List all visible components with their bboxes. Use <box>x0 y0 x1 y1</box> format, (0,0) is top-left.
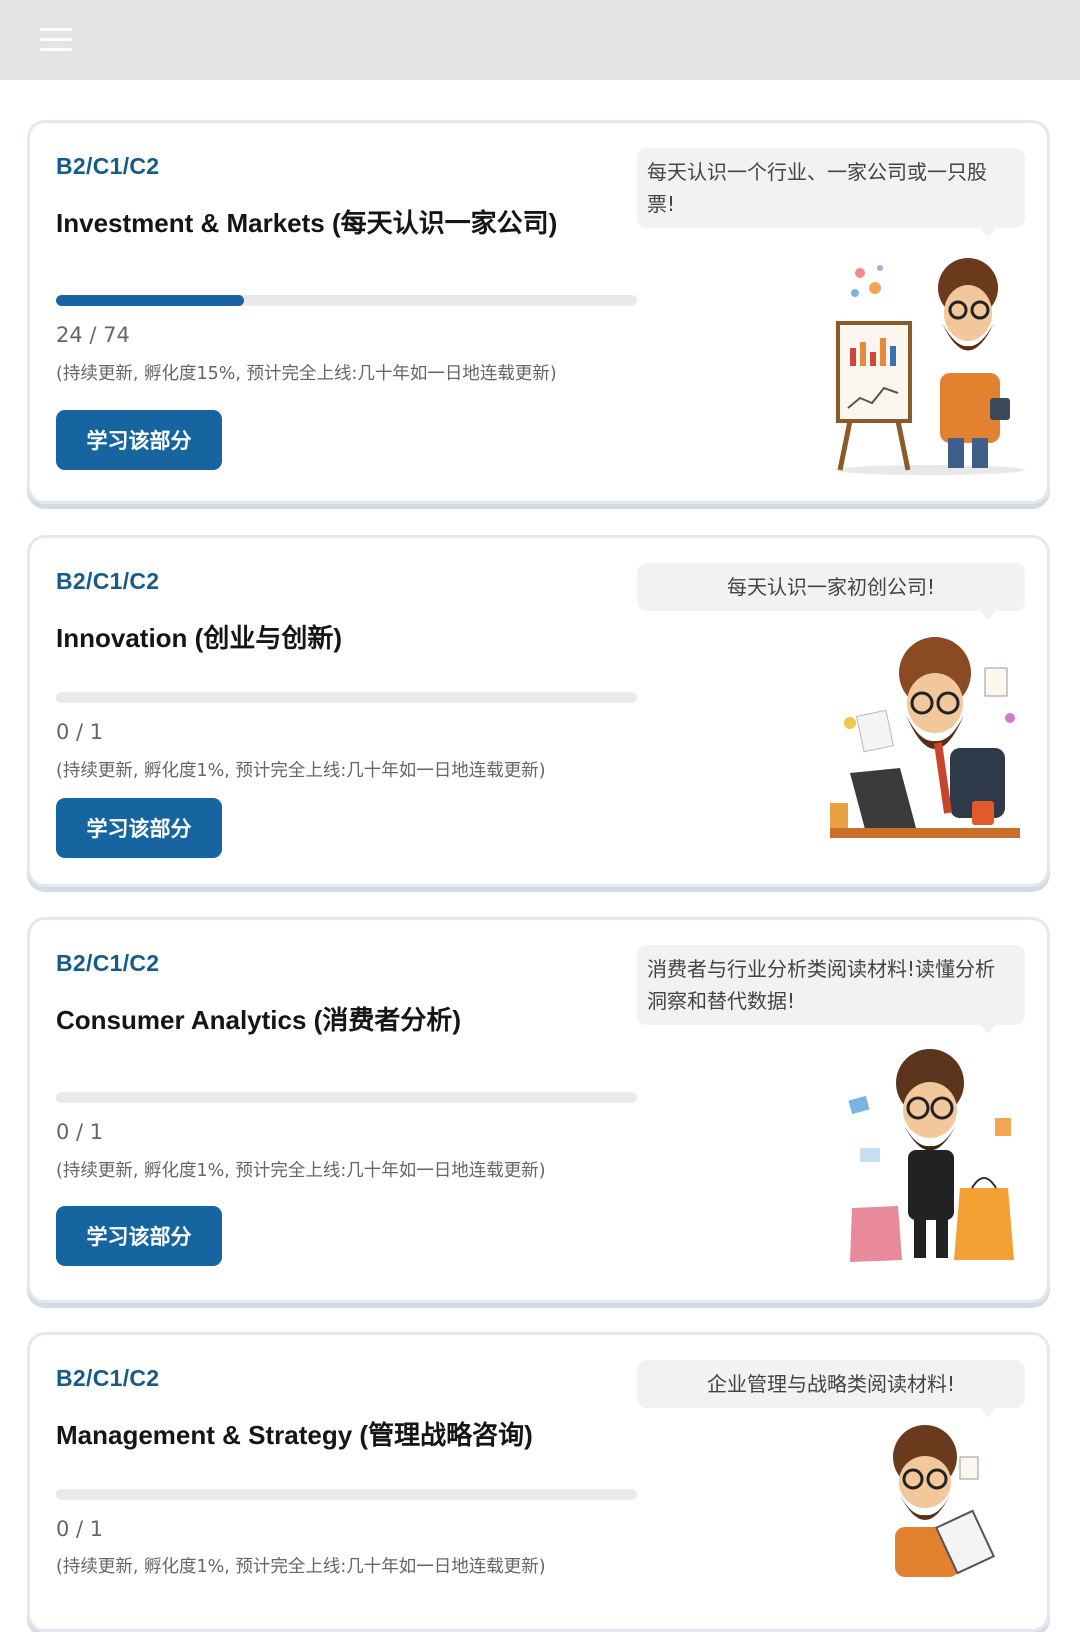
level-label: B2/C1/C2 <box>56 1365 160 1391</box>
speech-bubble: 消费者与行业分析类阅读材料!读懂分析洞察和替代数据! <box>637 945 1025 1034</box>
top-bar <box>0 0 1080 80</box>
level-label: B2/C1/C2 <box>56 568 160 594</box>
bearded-man-with-shopping-bags-illustration <box>848 1049 1014 1262</box>
course-card: B2/C1/C2 Innovation (创业与创新) 0 / 1 (持续更新,… <box>27 535 1050 887</box>
course-card: B2/C1/C2 Consumer Analytics (消费者分析) 0 / … <box>27 917 1050 1303</box>
hamburger-menu-icon[interactable] <box>40 26 74 54</box>
course-card: B2/C1/C2 Investment & Markets (每天认识一家公司)… <box>27 120 1050 504</box>
bearded-man-at-laptop-illustration <box>830 637 1020 838</box>
level-label: B2/C1/C2 <box>56 153 160 179</box>
progress-bar <box>56 295 637 306</box>
bearded-man-presenting-chart-illustration <box>835 258 1025 475</box>
study-section-button[interactable]: 学习该部分 <box>56 1206 222 1266</box>
progress-fill <box>56 295 245 306</box>
course-title[interactable]: Innovation (创业与创新) <box>56 618 342 655</box>
bearded-man-with-clipboard-illustration <box>893 1425 996 1577</box>
study-section-button[interactable]: 学习该部分 <box>56 798 222 858</box>
level-label: B2/C1/C2 <box>56 950 160 976</box>
progress-bar <box>56 692 637 703</box>
progress-count: 24 / 74 <box>56 323 130 347</box>
progress-bar <box>56 1092 637 1103</box>
update-note: (持续更新, 孵化度1%, 预计完全上线:几十年如一日地连载更新) <box>56 761 546 781</box>
speech-bubble: 每天认识一家初创公司! <box>637 563 1025 620</box>
progress-count: 0 / 1 <box>56 1517 104 1541</box>
course-title[interactable]: Management & Strategy (管理战略咨询) <box>56 1415 533 1452</box>
study-section-button[interactable]: 学习该部分 <box>56 410 222 470</box>
progress-bar <box>56 1489 637 1500</box>
progress-count: 0 / 1 <box>56 720 104 744</box>
speech-bubble: 每天认识一个行业、一家公司或一只股票! <box>637 148 1025 237</box>
progress-count: 0 / 1 <box>56 1120 104 1144</box>
course-title[interactable]: Consumer Analytics (消费者分析) <box>56 1000 461 1037</box>
course-title[interactable]: Investment & Markets (每天认识一家公司) <box>56 203 557 240</box>
speech-bubble: 企业管理与战略类阅读材料! <box>637 1360 1025 1417</box>
course-card: B2/C1/C2 Management & Strategy (管理战略咨询) … <box>27 1332 1050 1632</box>
update-note: (持续更新, 孵化度1%, 预计完全上线:几十年如一日地连载更新) <box>56 1161 546 1181</box>
update-note: (持续更新, 孵化度1%, 预计完全上线:几十年如一日地连载更新) <box>56 1557 546 1577</box>
update-note: (持续更新, 孵化度15%, 预计完全上线:几十年如一日地连载更新) <box>56 364 557 384</box>
